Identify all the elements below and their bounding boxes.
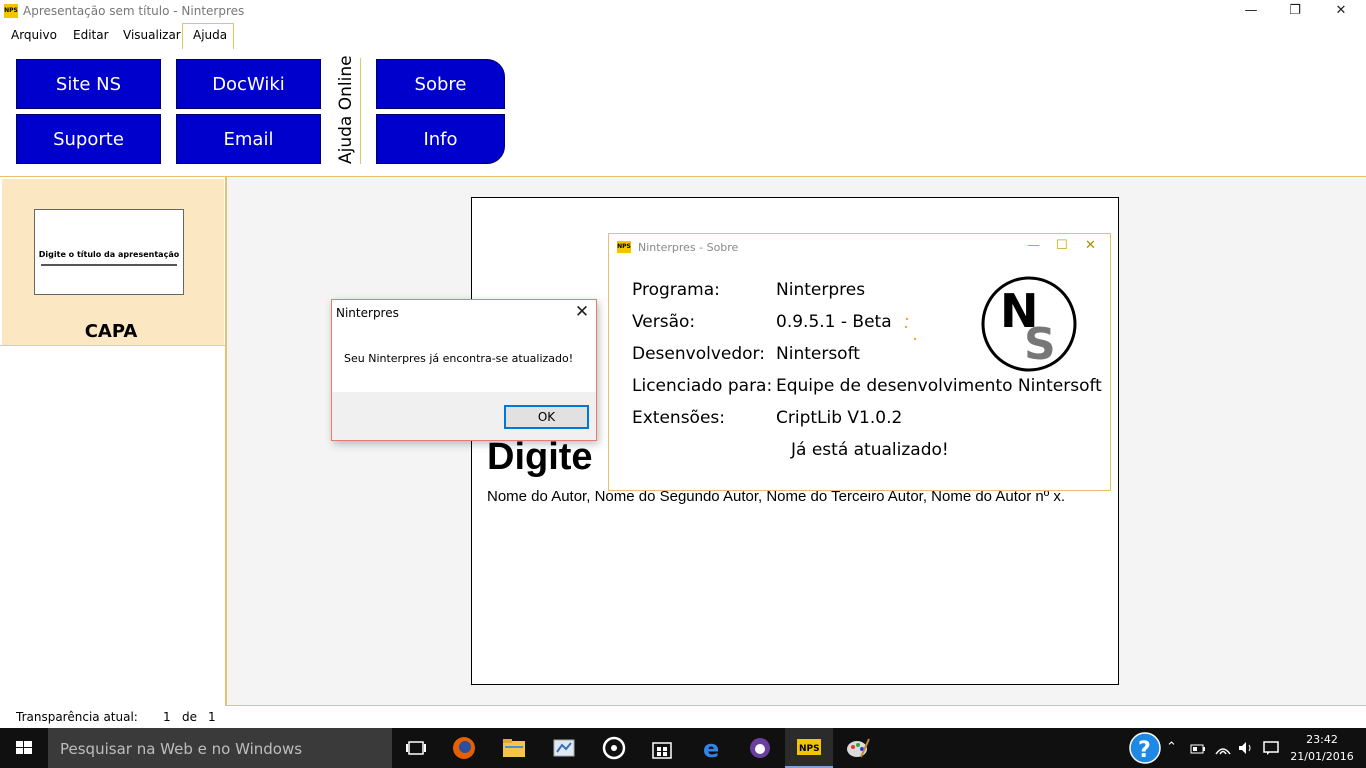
slide-label: CAPA xyxy=(84,321,138,342)
start-button[interactable] xyxy=(0,728,48,768)
battery-icon[interactable] xyxy=(1190,741,1206,760)
window-title: Apresentação sem título - Ninterpres xyxy=(23,4,245,18)
help-icon: ? xyxy=(1129,732,1161,764)
restore-button[interactable]: ❐ xyxy=(1272,0,1318,24)
about-label-programa: Programa: xyxy=(632,280,720,300)
taskbar-purple-app[interactable] xyxy=(736,728,784,768)
about-update-status: Já está atualizado! xyxy=(791,440,949,460)
about-value-versao: 0.9.5.1 - Beta xyxy=(776,312,892,332)
info-button[interactable]: Info xyxy=(376,114,505,164)
slides-separator xyxy=(0,345,225,346)
status-of: de xyxy=(182,710,197,724)
status-total-slides: 1 xyxy=(208,710,216,724)
taskbar-ninterpres[interactable]: NPS xyxy=(785,728,833,768)
about-label-versao: Versão: xyxy=(632,312,696,332)
about-close-button[interactable]: ✕ xyxy=(1085,238,1096,253)
about-minimize-button[interactable]: — xyxy=(1027,238,1040,253)
paint-icon xyxy=(553,739,575,757)
ninterpres-icon: NPS xyxy=(797,739,821,755)
email-button[interactable]: Email xyxy=(176,114,321,164)
about-value-programa: Ninterpres xyxy=(776,280,866,300)
loading-spinner-icon xyxy=(904,317,917,341)
slide-thumbnail-subtitle xyxy=(41,264,177,266)
menu-editar[interactable]: Editar xyxy=(73,28,109,42)
about-dialog: NPS Ninterpres - Sobre — ☐ ✕ Programa: N… xyxy=(608,233,1111,491)
taskbar-clock-time[interactable]: 23:42 xyxy=(1294,733,1350,746)
wifi-icon[interactable] xyxy=(1214,740,1232,760)
about-dialog-title: Ninterpres - Sobre xyxy=(638,241,739,254)
message-box-close-icon[interactable]: ✕ xyxy=(572,302,592,322)
task-view-button[interactable] xyxy=(392,728,440,768)
taskbar-firefox[interactable] xyxy=(440,728,488,768)
menu-visualizar[interactable]: Visualizar xyxy=(123,28,181,42)
menu-ajuda[interactable]: Ajuda xyxy=(193,28,227,42)
taskbar-paint[interactable] xyxy=(540,728,588,768)
palette-icon xyxy=(847,738,870,758)
svg-text:e: e xyxy=(703,736,719,760)
folder-icon xyxy=(503,739,525,757)
ribbon-group-label: Ajuda Online xyxy=(336,55,356,164)
close-button[interactable]: ✕ xyxy=(1318,0,1364,24)
slide-thumbnail[interactable]: Digite o título da apresentação xyxy=(34,209,184,295)
ok-button[interactable]: OK xyxy=(504,405,589,429)
svg-text:NPS: NPS xyxy=(799,744,820,754)
site-ns-button[interactable]: Site NS xyxy=(16,59,161,109)
about-value-desenvolvedor: Nintersoft xyxy=(776,344,860,364)
about-value-extensoes: CriptLib V1.0.2 xyxy=(776,408,903,428)
about-label-desenvolvedor: Desenvolvedor: xyxy=(632,344,765,364)
svg-text:?: ? xyxy=(1138,738,1151,763)
ribbon-group-label-text: Ajuda Online xyxy=(336,55,356,164)
docwiki-button[interactable]: DocWiki xyxy=(176,59,321,109)
status-bar xyxy=(0,706,1366,728)
slide-title[interactable]: Digite xyxy=(487,436,593,479)
message-box-title: Ninterpres xyxy=(336,306,399,320)
ribbon-separator xyxy=(360,58,361,164)
minimize-button[interactable]: — xyxy=(1228,0,1274,24)
sobre-button[interactable]: Sobre xyxy=(376,59,505,109)
about-label-licenciado: Licenciado para: xyxy=(632,376,773,396)
message-box-text: Seu Ninterpres já encontra-se atualizado… xyxy=(344,352,574,365)
groove-music-icon xyxy=(602,736,626,760)
taskbar-clock-date[interactable]: 21/01/2016 xyxy=(1288,750,1356,763)
about-maximize-button[interactable]: ☐ xyxy=(1056,238,1068,253)
slide-thumbnail-title: Digite o título da apresentação xyxy=(38,250,180,259)
about-app-icon: NPS xyxy=(617,241,631,253)
logo-letter-s: S xyxy=(1024,319,1056,370)
chevron-up-icon[interactable]: ⌃ xyxy=(1166,740,1177,755)
app-icon: NPS xyxy=(4,4,18,18)
volume-icon[interactable] xyxy=(1237,740,1255,760)
taskbar-file-explorer[interactable] xyxy=(490,728,538,768)
notifications-icon[interactable] xyxy=(1262,740,1280,760)
taskbar-search-placeholder: Pesquisar na Web e no Windows xyxy=(60,740,303,758)
store-icon xyxy=(652,742,672,759)
about-value-licenciado: Equipe de desenvolvimento Nintersoft xyxy=(776,376,1102,396)
taskbar-groove[interactable] xyxy=(590,728,638,768)
suporte-button[interactable]: Suporte xyxy=(16,114,161,164)
task-view-icon xyxy=(406,741,426,755)
firefox-icon xyxy=(453,737,475,759)
ns-logo-icon: N S xyxy=(981,276,1077,372)
edge-icon: e xyxy=(703,736,719,760)
status-label: Transparência atual: xyxy=(16,710,138,724)
help-button[interactable]: ? xyxy=(1128,731,1162,765)
menu-arquivo[interactable]: Arquivo xyxy=(11,28,57,42)
about-label-extensoes: Extensões: xyxy=(632,408,726,428)
taskbar-store[interactable] xyxy=(638,728,686,768)
purple-app-icon xyxy=(750,738,770,758)
taskbar-paint-brush[interactable] xyxy=(834,728,882,768)
taskbar-edge[interactable]: e xyxy=(688,728,736,768)
app-window: NPS Apresentação sem título - Ninterpres… xyxy=(0,0,1366,768)
message-box: Ninterpres ✕ Seu Ninterpres já encontra-… xyxy=(331,299,597,441)
windows-logo-icon xyxy=(16,741,32,754)
status-current-slide: 1 xyxy=(163,710,171,724)
